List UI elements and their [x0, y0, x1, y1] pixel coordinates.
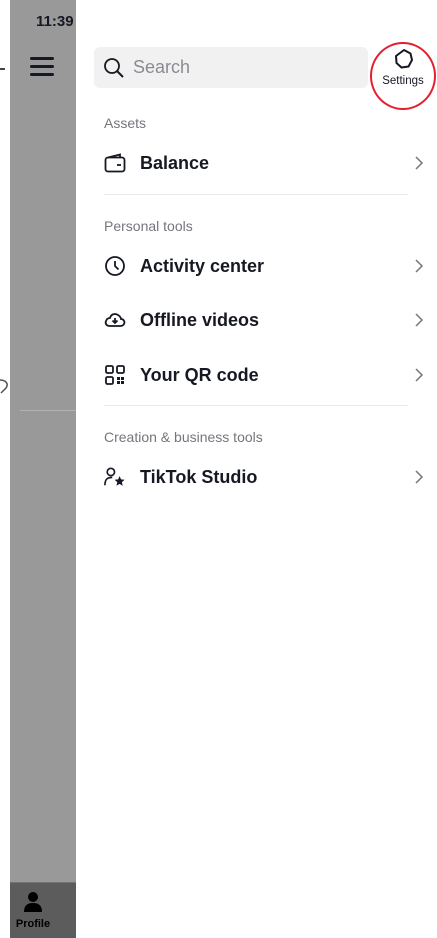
menu-item-label: Offline videos	[140, 309, 260, 330]
bottom-navigation: Profile	[10, 882, 76, 938]
menu-item-tiktok-studio[interactable]: TikTok Studio	[104, 457, 424, 497]
hamburger-menu-icon[interactable]	[30, 57, 54, 76]
wallet-icon	[104, 152, 126, 174]
menu-item-label: TikTok Studio	[140, 466, 258, 487]
chevron-right-icon	[415, 470, 424, 484]
menu-item-label: Your QR code	[140, 364, 259, 385]
chevron-right-icon	[415, 156, 424, 170]
menu-item-label: Activity center	[140, 255, 265, 276]
screen: Profile 11:39 R 64	[0, 0, 437, 938]
clock-icon	[104, 255, 126, 277]
menu-item-label: Balance	[140, 152, 210, 173]
qr-code-icon	[104, 364, 126, 386]
section-divider	[104, 194, 408, 195]
heart-outline-icon	[0, 379, 8, 394]
search-input[interactable]: Search	[94, 47, 368, 88]
menu-item-activity-center[interactable]: Activity center	[104, 246, 424, 286]
chevron-right-icon	[415, 259, 424, 273]
section-label-creation-tools: Creation & business tools	[104, 429, 263, 445]
menu-item-balance[interactable]: Balance	[104, 143, 424, 183]
chevron-right-icon	[415, 368, 424, 382]
settings-button[interactable]: Settings	[370, 42, 436, 110]
side-drawer: Search Settings Assets Balance Personal …	[76, 0, 437, 938]
chevron-right-icon	[415, 313, 424, 327]
menu-item-offline-videos[interactable]: Offline videos	[104, 300, 424, 340]
person-icon	[24, 892, 42, 912]
tab-profile[interactable]: Profile	[10, 883, 56, 938]
gear-icon	[395, 49, 413, 69]
section-label-assets: Assets	[104, 115, 147, 131]
settings-label: Settings	[382, 75, 424, 87]
dim-overlay[interactable]	[10, 0, 86, 938]
status-time: 11:39	[36, 13, 74, 30]
tab-profile-label: Profile	[15, 918, 51, 930]
menu-item-qr-code[interactable]: Your QR code	[104, 355, 424, 395]
search-icon	[104, 57, 124, 78]
search-placeholder: Search	[133, 57, 191, 77]
cloud-download-icon	[104, 309, 126, 331]
person-star-icon	[104, 466, 126, 488]
section-label-personal-tools: Personal tools	[104, 218, 193, 234]
background-edge-mark	[0, 68, 5, 70]
section-divider	[104, 405, 408, 406]
